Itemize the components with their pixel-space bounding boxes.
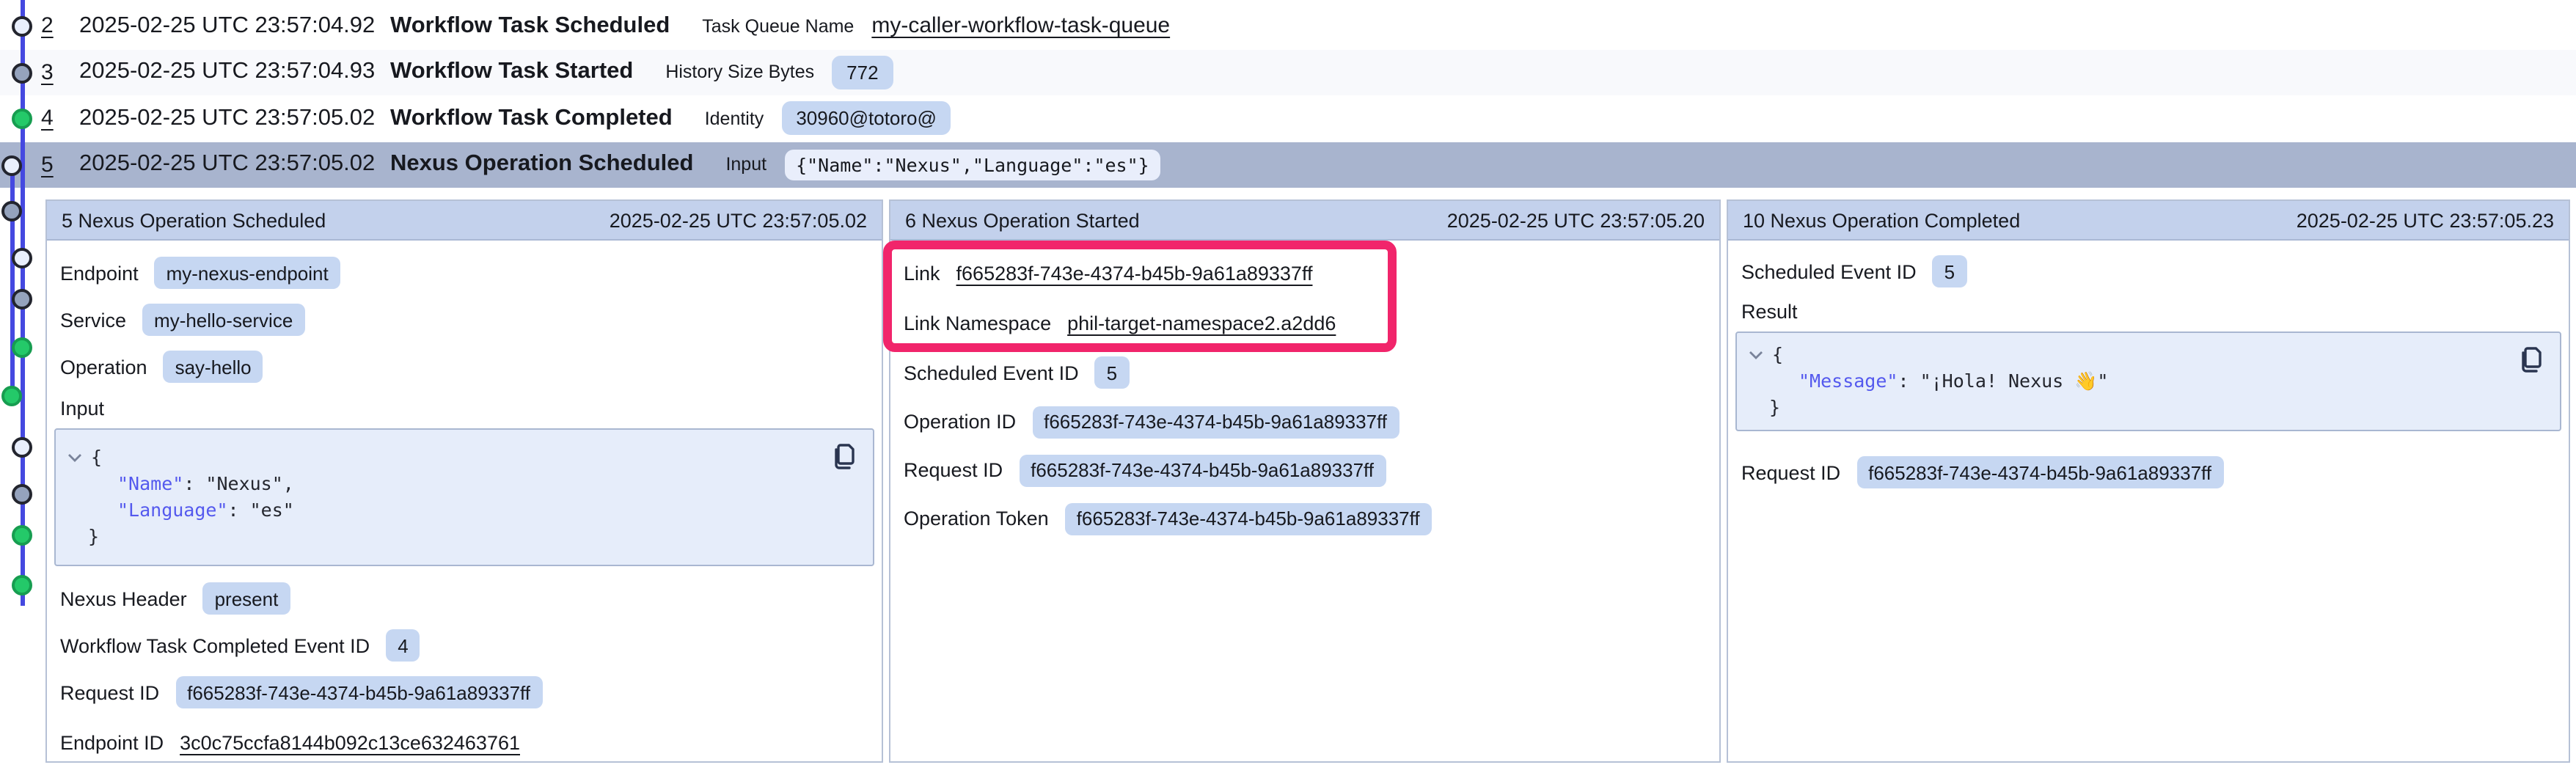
event-id-link[interactable]: 2 xyxy=(41,14,79,39)
timeline-dot-started[interactable] xyxy=(12,483,32,504)
field-operation-token: Operation Token f665283f-743e-4374-b45b-… xyxy=(904,494,1706,543)
panel-nexus-operation-completed: 10 Nexus Operation Completed 2025-02-25 … xyxy=(1727,199,2570,763)
event-row-4[interactable]: 4 2025-02-25 UTC 23:57:05.02 Workflow Ta… xyxy=(0,95,2576,142)
link-namespace-link[interactable]: phil-target-namespace2.a2dd6 xyxy=(1067,312,1336,334)
panel-nexus-operation-scheduled: 5 Nexus Operation Scheduled 2025-02-25 U… xyxy=(45,199,883,763)
panel-title: 10 Nexus Operation Completed xyxy=(1743,209,2020,231)
panel-title: 5 Nexus Operation Scheduled xyxy=(62,209,326,231)
panel-nexus-operation-started: 6 Nexus Operation Started 2025-02-25 UTC… xyxy=(889,199,1721,763)
event-attribute-label: Task Queue Name xyxy=(702,16,854,37)
timeline-dot-scheduled[interactable] xyxy=(12,248,32,268)
event-attribute-badge: 30960@totoro@ xyxy=(781,102,951,136)
panel-timestamp: 2025-02-25 UTC 23:57:05.23 xyxy=(2297,209,2554,231)
field-request-id: Request ID f665283f-743e-4374-b45b-9a61a… xyxy=(904,446,1706,494)
result-label: Result xyxy=(1741,293,2555,329)
event-name: Nexus Operation Scheduled xyxy=(390,152,693,178)
operation-badge: say-hello xyxy=(164,351,263,383)
timeline-dot-completed[interactable] xyxy=(1,386,22,406)
chevron-down-icon[interactable] xyxy=(1749,351,1766,359)
event-row-2[interactable]: 2 2025-02-25 UTC 23:57:04.92 Workflow Ta… xyxy=(0,3,2576,49)
panel-timestamp: 2025-02-25 UTC 23:57:05.02 xyxy=(610,209,867,231)
field-scheduled-event-id: Scheduled Event ID 5 xyxy=(1741,249,2555,293)
event-id-badge: 4 xyxy=(386,629,420,662)
nexus-link[interactable]: f665283f-743e-4374-b45b-9a61a89337ff xyxy=(956,263,1313,285)
copy-icon[interactable] xyxy=(830,443,855,471)
field-endpoint: Endpoint my-nexus-endpoint xyxy=(60,249,868,296)
panel-timestamp: 2025-02-25 UTC 23:57:05.20 xyxy=(1447,209,1705,231)
event-timestamp: 2025-02-25 UTC 23:57:04.93 xyxy=(79,59,390,86)
event-id-link[interactable]: 3 xyxy=(41,60,79,85)
panel-title: 6 Nexus Operation Started xyxy=(905,209,1140,231)
request-id-badge: f665283f-743e-4374-b45b-9a61a89337ff xyxy=(1856,456,2223,488)
event-row-5-selected[interactable]: 5 2025-02-25 UTC 23:57:05.02 Nexus Opera… xyxy=(0,142,2576,188)
field-link: Link f665283f-743e-4374-b45b-9a61a89337f… xyxy=(904,249,1706,298)
event-id-link[interactable]: 5 xyxy=(41,153,79,177)
input-json-viewer: { "Name" : "Nexus", "Language" : "es" } xyxy=(54,428,874,566)
timeline-dot-started[interactable] xyxy=(1,201,22,221)
timeline-dot-scheduled[interactable] xyxy=(12,437,32,458)
endpoint-id-link[interactable]: 3c0c75ccfa8144b092c13ce632463761 xyxy=(180,731,520,753)
field-request-id: Request ID f665283f-743e-4374-b45b-9a61a… xyxy=(1741,446,2555,499)
result-json-viewer: { "Message" : "¡Hola! Nexus 👋" } xyxy=(1735,331,2561,431)
field-nexus-header: Nexus Header present xyxy=(60,575,868,622)
timeline-dot-started[interactable] xyxy=(12,62,32,83)
panel-header: 5 Nexus Operation Scheduled 2025-02-25 U… xyxy=(47,201,882,241)
timeline-dot-scheduled[interactable] xyxy=(12,16,32,37)
operation-token-badge: f665283f-743e-4374-b45b-9a61a89337ff xyxy=(1065,502,1432,535)
event-name: Workflow Task Scheduled xyxy=(390,13,670,40)
event-attribute-label: Input xyxy=(725,155,766,175)
event-row-3[interactable]: 3 2025-02-25 UTC 23:57:04.93 Workflow Ta… xyxy=(0,49,2576,95)
operation-id-badge: f665283f-743e-4374-b45b-9a61a89337ff xyxy=(1032,406,1399,438)
timeline-dot-completed[interactable] xyxy=(12,109,32,129)
nexus-header-badge: present xyxy=(203,582,290,615)
service-badge: my-hello-service xyxy=(142,304,304,336)
field-operation-id: Operation ID f665283f-743e-4374-b45b-9a6… xyxy=(904,398,1706,446)
field-service: Service my-hello-service xyxy=(60,296,868,343)
scheduled-event-id-badge: 5 xyxy=(1095,356,1129,389)
event-history-rows: 2 2025-02-25 UTC 23:57:04.92 Workflow Ta… xyxy=(0,3,2576,188)
field-endpoint-id: Endpoint ID 3c0c75ccfa8144b092c13ce63246… xyxy=(60,716,868,769)
timeline-dot-completed[interactable] xyxy=(12,575,32,596)
event-timestamp: 2025-02-25 UTC 23:57:05.02 xyxy=(79,152,390,178)
field-link-namespace: Link Namespace phil-target-namespace2.a2… xyxy=(904,298,1706,348)
panel-header: 6 Nexus Operation Started 2025-02-25 UTC… xyxy=(890,201,1719,241)
timeline-dot-scheduled[interactable] xyxy=(1,155,22,175)
timeline-dot-started[interactable] xyxy=(12,289,32,309)
event-id-link[interactable]: 4 xyxy=(41,106,79,131)
event-name: Workflow Task Completed xyxy=(390,106,673,132)
event-attribute-label: History Size Bytes xyxy=(665,62,814,83)
timeline-dot-completed[interactable] xyxy=(12,337,32,357)
event-timestamp: 2025-02-25 UTC 23:57:04.92 xyxy=(79,13,390,40)
timeline-dot-completed[interactable] xyxy=(12,525,32,546)
field-request-id: Request ID f665283f-743e-4374-b45b-9a61a… xyxy=(60,669,868,716)
event-attribute-label: Identity xyxy=(705,109,764,129)
input-label: Input xyxy=(60,390,868,425)
event-name: Workflow Task Started xyxy=(390,59,633,86)
event-attribute-badge: 772 xyxy=(832,56,893,89)
task-queue-link[interactable]: my-caller-workflow-task-queue xyxy=(871,14,1170,39)
scheduled-event-id-badge: 5 xyxy=(1933,255,1966,287)
field-workflow-task-completed-event-id: Workflow Task Completed Event ID 4 xyxy=(60,622,868,669)
request-id-badge: f665283f-743e-4374-b45b-9a61a89337ff xyxy=(1019,454,1386,486)
chevron-down-icon[interactable] xyxy=(67,453,85,462)
event-timestamp: 2025-02-25 UTC 23:57:05.02 xyxy=(79,106,390,132)
request-id-badge: f665283f-743e-4374-b45b-9a61a89337ff xyxy=(175,676,542,708)
endpoint-badge: my-nexus-endpoint xyxy=(155,257,340,289)
field-scheduled-event-id: Scheduled Event ID 5 xyxy=(904,348,1706,398)
workflow-history-view: 2 2025-02-25 UTC 23:57:04.92 Workflow Ta… xyxy=(0,0,2576,773)
field-operation: Operation say-hello xyxy=(60,343,868,390)
event-input-json-badge: {"Name":"Nexus","Language":"es"} xyxy=(784,150,1161,180)
panel-header: 10 Nexus Operation Completed 2025-02-25 … xyxy=(1728,201,2569,241)
copy-icon[interactable] xyxy=(2517,346,2542,374)
timeline-branch-line xyxy=(10,164,14,396)
